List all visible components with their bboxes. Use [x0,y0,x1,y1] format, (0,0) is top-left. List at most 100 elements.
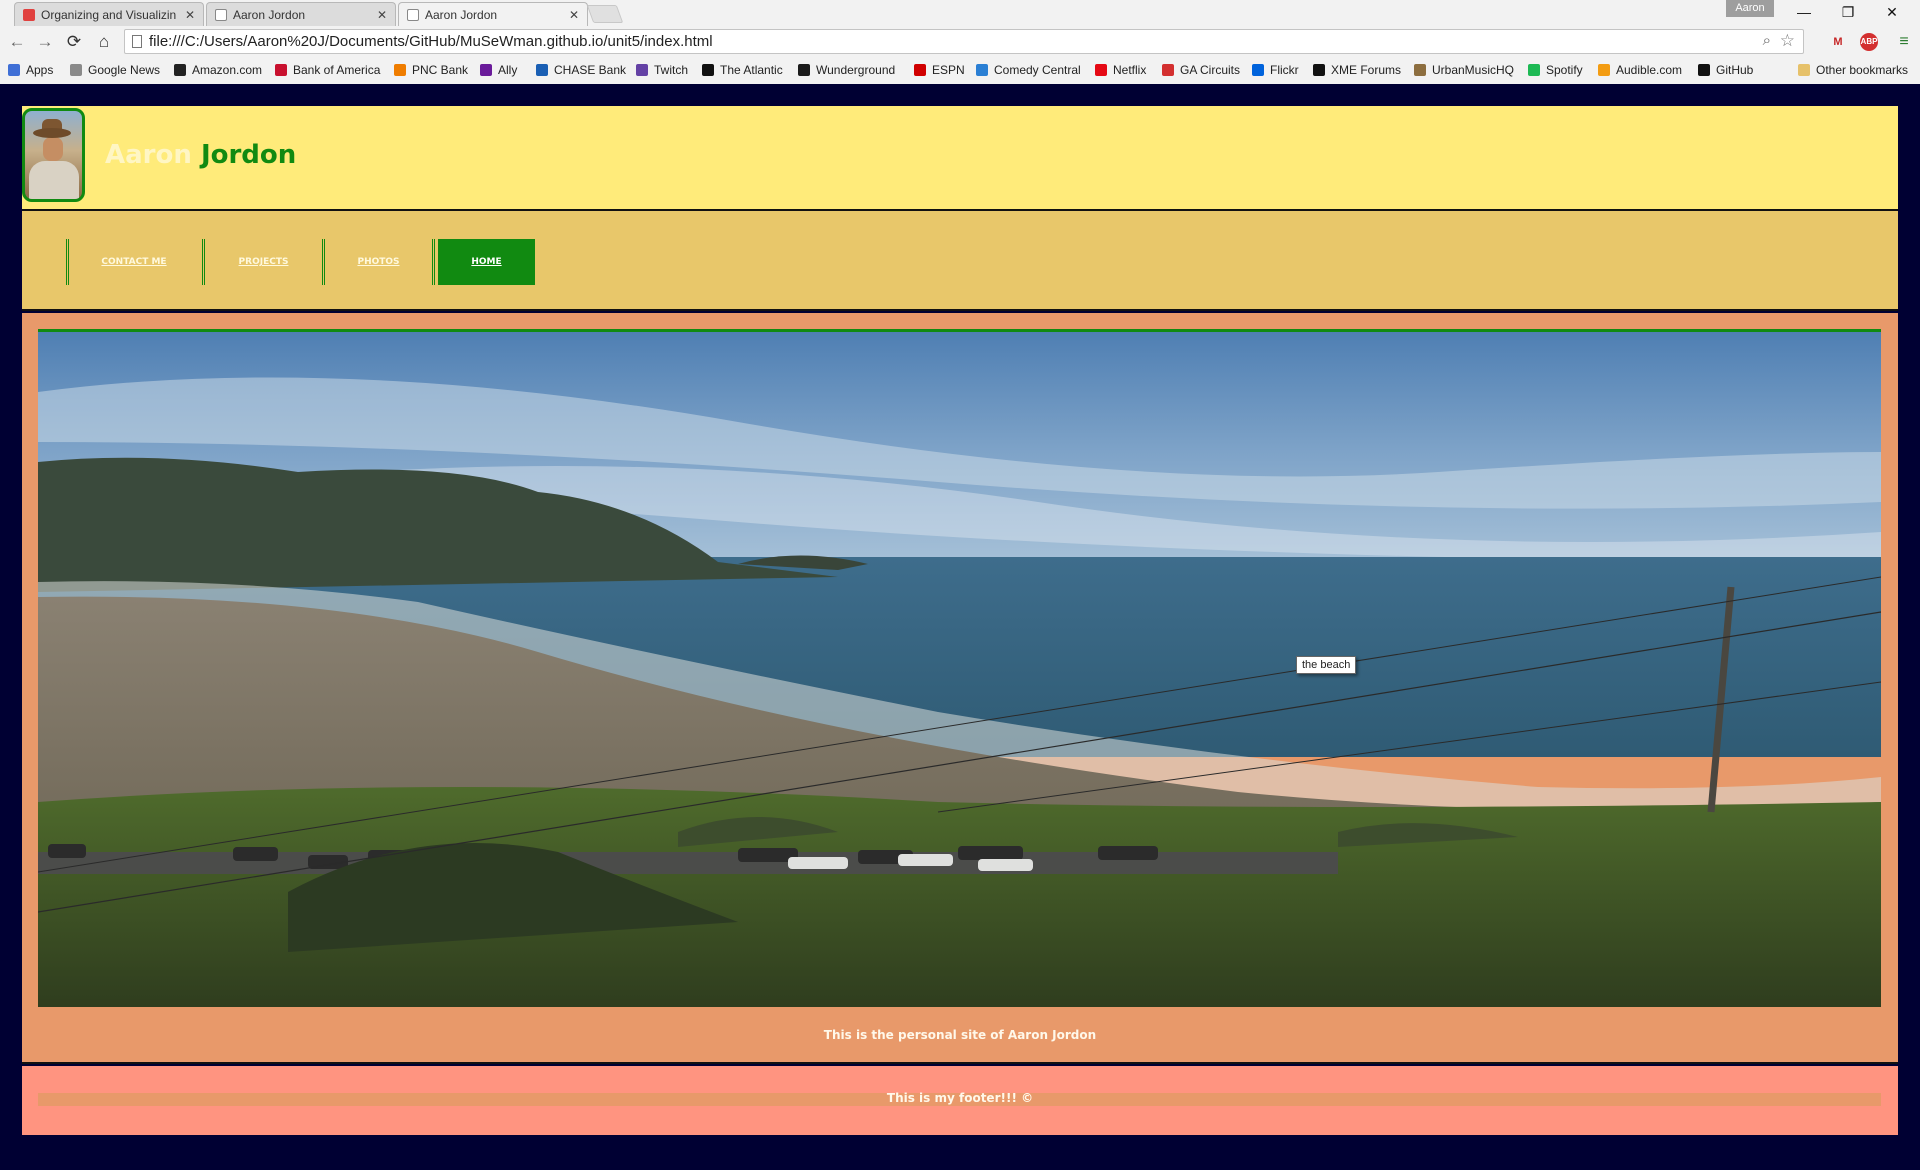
wunderground-icon [798,64,810,76]
bookmarks-bar: Apps Google News Amazon.com Bank of Amer… [0,59,1920,81]
bookmark-label: Google News [88,63,161,77]
bookmark-label: Amazon.com [192,63,263,77]
github-icon [1698,64,1710,76]
tab-title: Aaron Jordon [425,7,498,22]
flickr-icon [1252,64,1264,76]
gmail-icon[interactable]: M [1829,33,1847,51]
nav-home[interactable]: HOME [438,239,535,285]
bookmark-comedy-central[interactable]: Comedy Central [976,61,1081,79]
bookmark-label: Wunderground [816,63,896,77]
bookmark-label: Audible.com [1616,63,1683,77]
nav-contact-me[interactable]: CONTACT ME [66,239,199,285]
page-icon [132,35,142,48]
url-text[interactable]: file:///C:/Users/Aaron%20J/Documents/Git… [149,30,713,53]
bookmark-bank-of-america[interactable]: Bank of America [275,61,380,79]
beach-photo [38,332,1881,1007]
bookmark-espn[interactable]: ESPN [914,61,965,79]
search-icon[interactable]: ⌕ [1763,32,1771,49]
browser-tab-2[interactable]: Aaron Jordon ✕ [206,2,396,26]
bookmark-label: Ally [498,63,518,77]
minimize-icon[interactable]: — [1782,1,1826,23]
bookmark-apps[interactable]: Apps [8,61,53,79]
folder-icon [1798,64,1810,76]
bookmark-audible[interactable]: Audible.com [1598,61,1682,79]
web-page: Aaron Jordon CONTACT ME PROJECTS PHOTOS … [22,106,1898,1135]
restore-icon[interactable]: ❐ [1826,1,1870,23]
main-content: the beach This is the personal site of A… [22,313,1898,1064]
ga-circuits-icon [1162,64,1174,76]
nav-divider [432,239,435,285]
bookmark-star-icon[interactable]: ☆ [1780,31,1795,51]
bookmark-netflix[interactable]: Netflix [1095,61,1146,79]
tagline: This is the personal site of Aaron Jordo… [823,1028,1097,1042]
back-arrow-icon[interactable]: ← [6,31,28,53]
bookmark-twitch[interactable]: Twitch [636,61,688,79]
atlantic-icon [702,64,714,76]
bookmark-label: Flickr [1270,63,1299,77]
address-bar[interactable]: file:///C:/Users/Aaron%20J/Documents/Git… [124,29,1804,54]
apps-grid-icon [8,64,20,76]
pnc-icon [394,64,406,76]
close-icon[interactable]: ✕ [377,8,387,22]
comedy-central-icon [976,64,988,76]
twitch-icon [636,64,648,76]
bookmark-github[interactable]: GitHub [1698,61,1753,79]
forward-arrow-icon[interactable]: → [34,31,56,53]
close-window-icon[interactable]: ✕ [1870,1,1914,23]
bookmark-label: UrbanMusicHQ [1432,63,1515,77]
browser-toolbar: ← → ⟳ ⌂ file:///C:/Users/Aaron%20J/Docum… [0,28,1920,57]
bookmark-wunderground[interactable]: Wunderground [798,61,895,79]
bookmark-other-bookmarks[interactable]: Other bookmarks [1798,61,1908,79]
xme-icon [1313,64,1325,76]
bookmark-chase[interactable]: CHASE Bank [536,61,626,79]
profile-button[interactable]: Aaron [1726,0,1774,17]
close-icon[interactable]: ✕ [569,8,579,22]
first-name: Aaron [105,140,192,170]
site-header: Aaron Jordon [22,106,1898,211]
bookmark-ga-circuits[interactable]: GA Circuits [1162,61,1240,79]
bookmark-flickr[interactable]: Flickr [1252,61,1299,79]
bookmark-urbanmusichq[interactable]: UrbanMusicHQ [1414,61,1514,79]
bookmark-spotify[interactable]: Spotify [1528,61,1583,79]
footer-text: This is my footer!!! © [886,1091,1034,1105]
bookmark-label: Twitch [654,63,689,77]
home-icon[interactable]: ⌂ [93,31,115,53]
bookmark-label: XME Forums [1331,63,1402,77]
last-name: Jordon [200,140,297,170]
espn-icon [914,64,926,76]
bookmark-xme-forums[interactable]: XME Forums [1313,61,1401,79]
spotify-icon [1528,64,1540,76]
hero-beach-image: the beach [38,329,1881,1007]
nav-projects[interactable]: PROJECTS [202,239,322,285]
bookmark-label: Bank of America [293,63,381,77]
coursera-icon [23,8,35,21]
close-icon[interactable]: ✕ [185,8,195,22]
bookmark-google-news[interactable]: Google News [70,61,160,79]
adblock-icon[interactable]: ABP [1860,33,1878,51]
bookmark-the-atlantic[interactable]: The Atlantic [702,61,783,79]
bookmark-pnc-bank[interactable]: PNC Bank [394,61,468,79]
bookmark-label: GitHub [1716,63,1754,77]
amazon-icon [174,64,186,76]
browser-tab-3[interactable]: Aaron Jordon ✕ [398,2,588,26]
page-icon [215,8,227,21]
browser-tab-1[interactable]: Organizing and Visualizin ✕ [14,2,204,26]
site-footer: This is my footer!!! © [22,1066,1898,1135]
page-icon [407,8,419,21]
bookmark-label: The Atlantic [720,63,783,77]
bookmark-label: Netflix [1113,63,1147,77]
reload-icon[interactable]: ⟳ [63,31,85,53]
urbanmusichq-icon [1414,64,1426,76]
chase-icon [536,64,548,76]
site-title: Aaron Jordon [105,140,296,170]
menu-icon[interactable]: ≡ [1895,33,1913,51]
new-tab-button[interactable] [586,5,624,23]
bank-of-america-icon [275,64,287,76]
bookmark-label: Comedy Central [994,63,1081,77]
image-tooltip: the beach [1296,656,1357,674]
tab-title: Organizing and Visualizin [41,7,177,22]
bookmark-ally[interactable]: Ally [480,61,517,79]
bookmark-amazon[interactable]: Amazon.com [174,61,262,79]
nav-photos[interactable]: PHOTOS [322,239,432,285]
avatar [22,108,85,202]
